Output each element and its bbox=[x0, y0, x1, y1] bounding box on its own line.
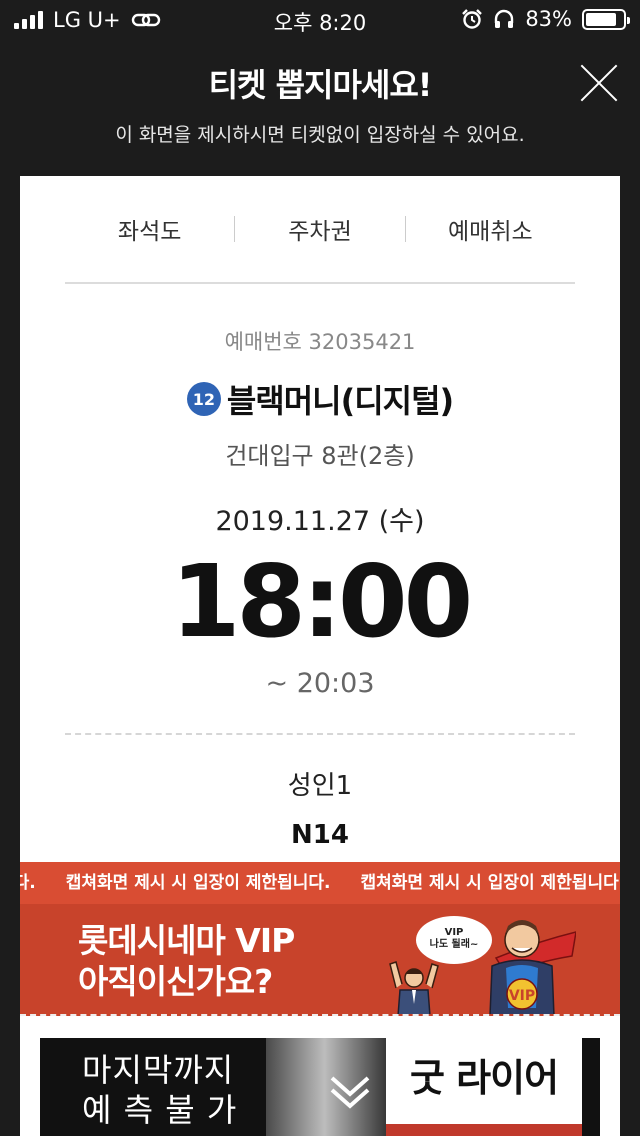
ad-line2: 예 측 불 가 bbox=[82, 1091, 238, 1129]
cheering-man-illustration bbox=[389, 961, 439, 1014]
close-icon[interactable] bbox=[580, 64, 618, 102]
warning-text: 니다. bbox=[20, 873, 36, 893]
age-rating-badge: 12 bbox=[186, 382, 221, 416]
warning-text: 캡쳐화면 제시 시 입장이 제한됩니다. bbox=[360, 873, 620, 893]
tab-cancel-booking[interactable]: 예매취소 bbox=[406, 212, 575, 246]
movie-row: 12 블랙머니(디지털) bbox=[20, 376, 620, 422]
audience-count: 성인1 bbox=[287, 771, 353, 801]
ticket-card: 좌석도 주차권 예매취소 예매번호 32035421 12 블랙머니(디지털) … bbox=[20, 176, 620, 1136]
page-title: 티켓 뽑지마세요! bbox=[208, 66, 433, 104]
battery-percent: 83% bbox=[525, 7, 572, 31]
ad-movie-title: 굿 라이어 bbox=[386, 1038, 582, 1124]
headphones-icon bbox=[495, 9, 514, 28]
status-bar: LG U+ 오후 8:20 83% bbox=[0, 0, 640, 40]
vip-badge: VIP bbox=[509, 988, 535, 1004]
header: 티켓 뽑지마세요! 이 화면을 제시하시면 티켓없이 입장하실 수 있어요. bbox=[0, 60, 640, 147]
movie-ad-banner[interactable]: 마지막까지 예 측 불 가 굿 라이어 bbox=[40, 1038, 600, 1136]
battery-icon bbox=[582, 8, 630, 30]
tab-seat-map[interactable]: 좌석도 bbox=[65, 212, 234, 246]
chevron-down-icon[interactable] bbox=[322, 1060, 378, 1116]
show-date: 2019.11.27 (수) bbox=[215, 506, 425, 537]
theater-info: 건대입구 8관(2층) bbox=[225, 442, 415, 470]
warning-text: 캡쳐화면 제시 시 입장이 제한됩니다. bbox=[65, 873, 331, 893]
speech-bubble: VIP 나도 될래~ bbox=[416, 916, 492, 964]
ad-accent-bar bbox=[386, 1124, 582, 1136]
start-time: 18:00 bbox=[170, 543, 473, 660]
vip-banner-line1: 롯데시네마 VIP bbox=[78, 921, 295, 960]
bubble-line1: VIP bbox=[444, 927, 464, 938]
capture-warning-strip: 니다. 캡쳐화면 제시 시 입장이 제한됩니다. 캡쳐화면 제시 시 입장이 제한됩… bbox=[20, 862, 620, 904]
booking-number: 예매번호 32035421 bbox=[224, 330, 416, 354]
tab-parking-ticket[interactable]: 주차권 bbox=[235, 212, 404, 246]
page-subtitle: 이 화면을 제시하시면 티켓없이 입장하실 수 있어요. bbox=[115, 124, 525, 146]
vip-banner-line2: 아직이신가요? bbox=[78, 962, 273, 1002]
ad-line1: 마지막까지 bbox=[82, 1051, 235, 1089]
ticket-tabs: 좌석도 주차권 예매취소 bbox=[65, 176, 575, 284]
bubble-line2: 나도 될래~ bbox=[429, 939, 479, 950]
vip-banner[interactable]: 롯데시네마 VIP 아직이신가요? VIP VIP 나도 될래~ bbox=[20, 904, 620, 1016]
ad-text: 마지막까지 예 측 불 가 bbox=[82, 1050, 237, 1130]
alarm-icon bbox=[462, 9, 483, 29]
end-time: ~ 20:03 bbox=[265, 668, 375, 699]
seat-number: N14 bbox=[291, 820, 349, 850]
movie-title: 블랙머니(디지털) bbox=[226, 382, 454, 420]
vip-banner-text: 롯데시네마 VIP 아직이신가요? bbox=[78, 920, 295, 1003]
dashed-divider bbox=[65, 733, 575, 735]
